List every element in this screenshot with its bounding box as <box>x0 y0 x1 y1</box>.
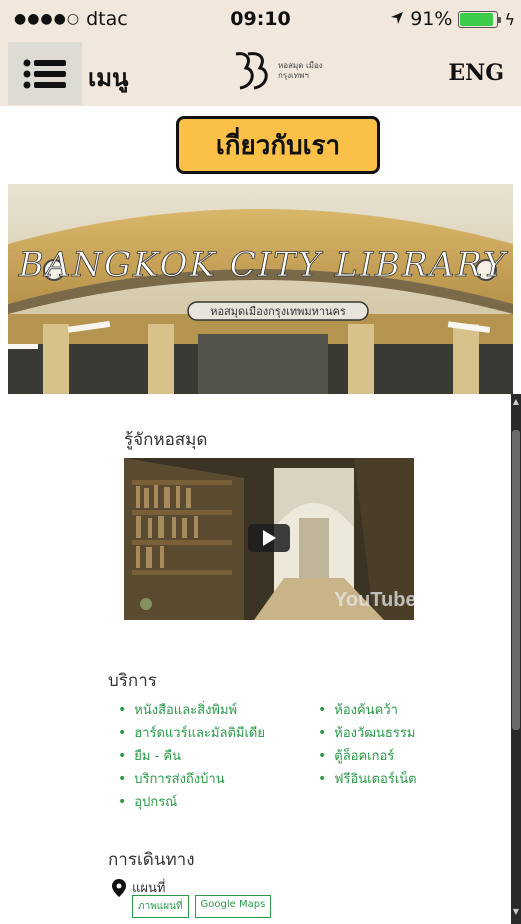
service-link[interactable]: ห้องวัฒนธรรม <box>318 721 417 744</box>
services-list-right: ห้องค้นคว้า ห้องวัฒนธรรม ตู้ล็อคเกอร์ ฟร… <box>318 698 417 790</box>
battery-icon <box>458 10 502 28</box>
service-link[interactable]: ยืม - คืน <box>118 744 265 767</box>
youtube-brand: YouTube <box>334 589 414 611</box>
service-link[interactable]: บริการส่งถึงบ้าน <box>118 767 265 790</box>
language-switch-eng[interactable]: ENG <box>448 60 504 86</box>
service-link[interactable]: ฮาร์ดแวร์และมัลติมีเดีย <box>118 721 265 744</box>
intro-video[interactable]: YouTube <box>124 458 414 620</box>
service-link[interactable]: ฟรีอินเตอร์เน็ต <box>318 767 416 790</box>
library-sign-text: BANGKOK CITY LIBRARY <box>18 245 509 285</box>
logo-mark-icon <box>235 52 268 90</box>
about-section-title: รู้จักหอสมุด <box>124 430 208 450</box>
service-link[interactable]: หนังสือและสิ่งพิมพ์ <box>118 698 265 721</box>
service-link[interactable]: ตู้ล็อคเกอร์ <box>318 744 417 767</box>
scroll-up-arrow-icon[interactable]: ▲ <box>512 398 520 406</box>
map-pin-icon <box>112 878 126 897</box>
site-header: เมนู หอสมุด เมือง กรุงเทพฯ ENG <box>0 38 521 106</box>
status-bar: ●●●●○ dtac 09:10 91% ϟ <box>0 0 521 38</box>
logo-text: หอสมุด เมือง กรุงเทพฯ <box>278 61 323 80</box>
service-link[interactable]: ห้องค้นคว้า <box>318 698 417 721</box>
hamburger-menu-icon <box>23 59 66 88</box>
map-buttons: ภาพแผนที่ Google Maps <box>132 895 272 918</box>
scrollbar-thumb[interactable] <box>512 430 520 730</box>
library-logo[interactable]: หอสมุด เมือง กรุงเทพฯ <box>232 50 348 92</box>
status-right: 91% ϟ <box>390 8 515 30</box>
map-image-button[interactable]: ภาพแผนที่ <box>132 895 189 918</box>
menu-button[interactable] <box>8 42 82 105</box>
google-maps-button[interactable]: Google Maps <box>194 895 272 918</box>
travel-section-title: การเดินทาง <box>108 850 195 870</box>
about-us-button[interactable]: เกี่ยวกับเรา <box>176 116 380 174</box>
battery-percent: 91% <box>410 8 453 30</box>
library-plaque-text: หอสมุดเมืองกรุงเทพมหานคร <box>210 305 346 318</box>
service-link[interactable]: อุปกรณ์ <box>118 790 265 813</box>
location-arrow-icon <box>390 8 404 30</box>
about-banner: เกี่ยวกับเรา <box>0 106 521 184</box>
services-list-left: หนังสือและสิ่งพิมพ์ ฮาร์ดแวร์และมัลติมีเ… <box>118 698 265 813</box>
scroll-down-arrow-icon[interactable]: ▼ <box>512 908 520 916</box>
services-section-title: บริการ <box>108 671 157 691</box>
menu-label[interactable]: เมนู <box>88 58 128 97</box>
library-facade-image: BANGKOK CITY LIBRARY หอสมุดเมืองกรุงเทพม… <box>8 184 513 394</box>
charging-bolt-icon: ϟ <box>504 9 515 29</box>
